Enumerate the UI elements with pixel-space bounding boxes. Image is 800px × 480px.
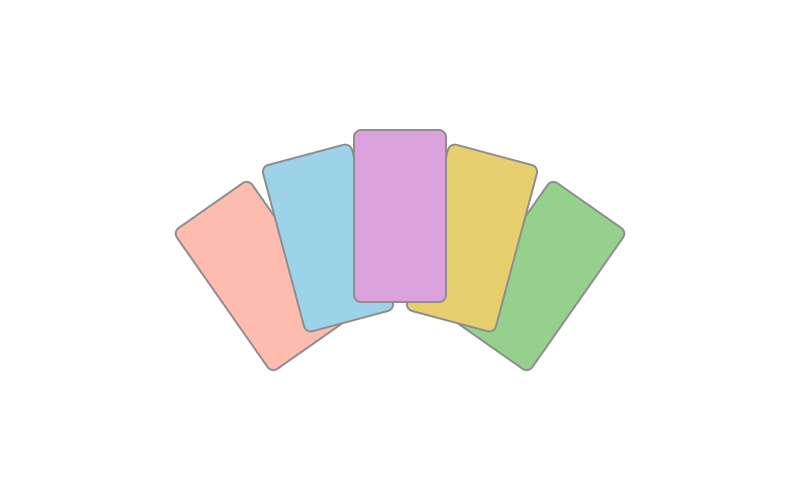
card-lavender[interactable] <box>353 129 447 303</box>
card-fan-stage <box>0 0 800 480</box>
